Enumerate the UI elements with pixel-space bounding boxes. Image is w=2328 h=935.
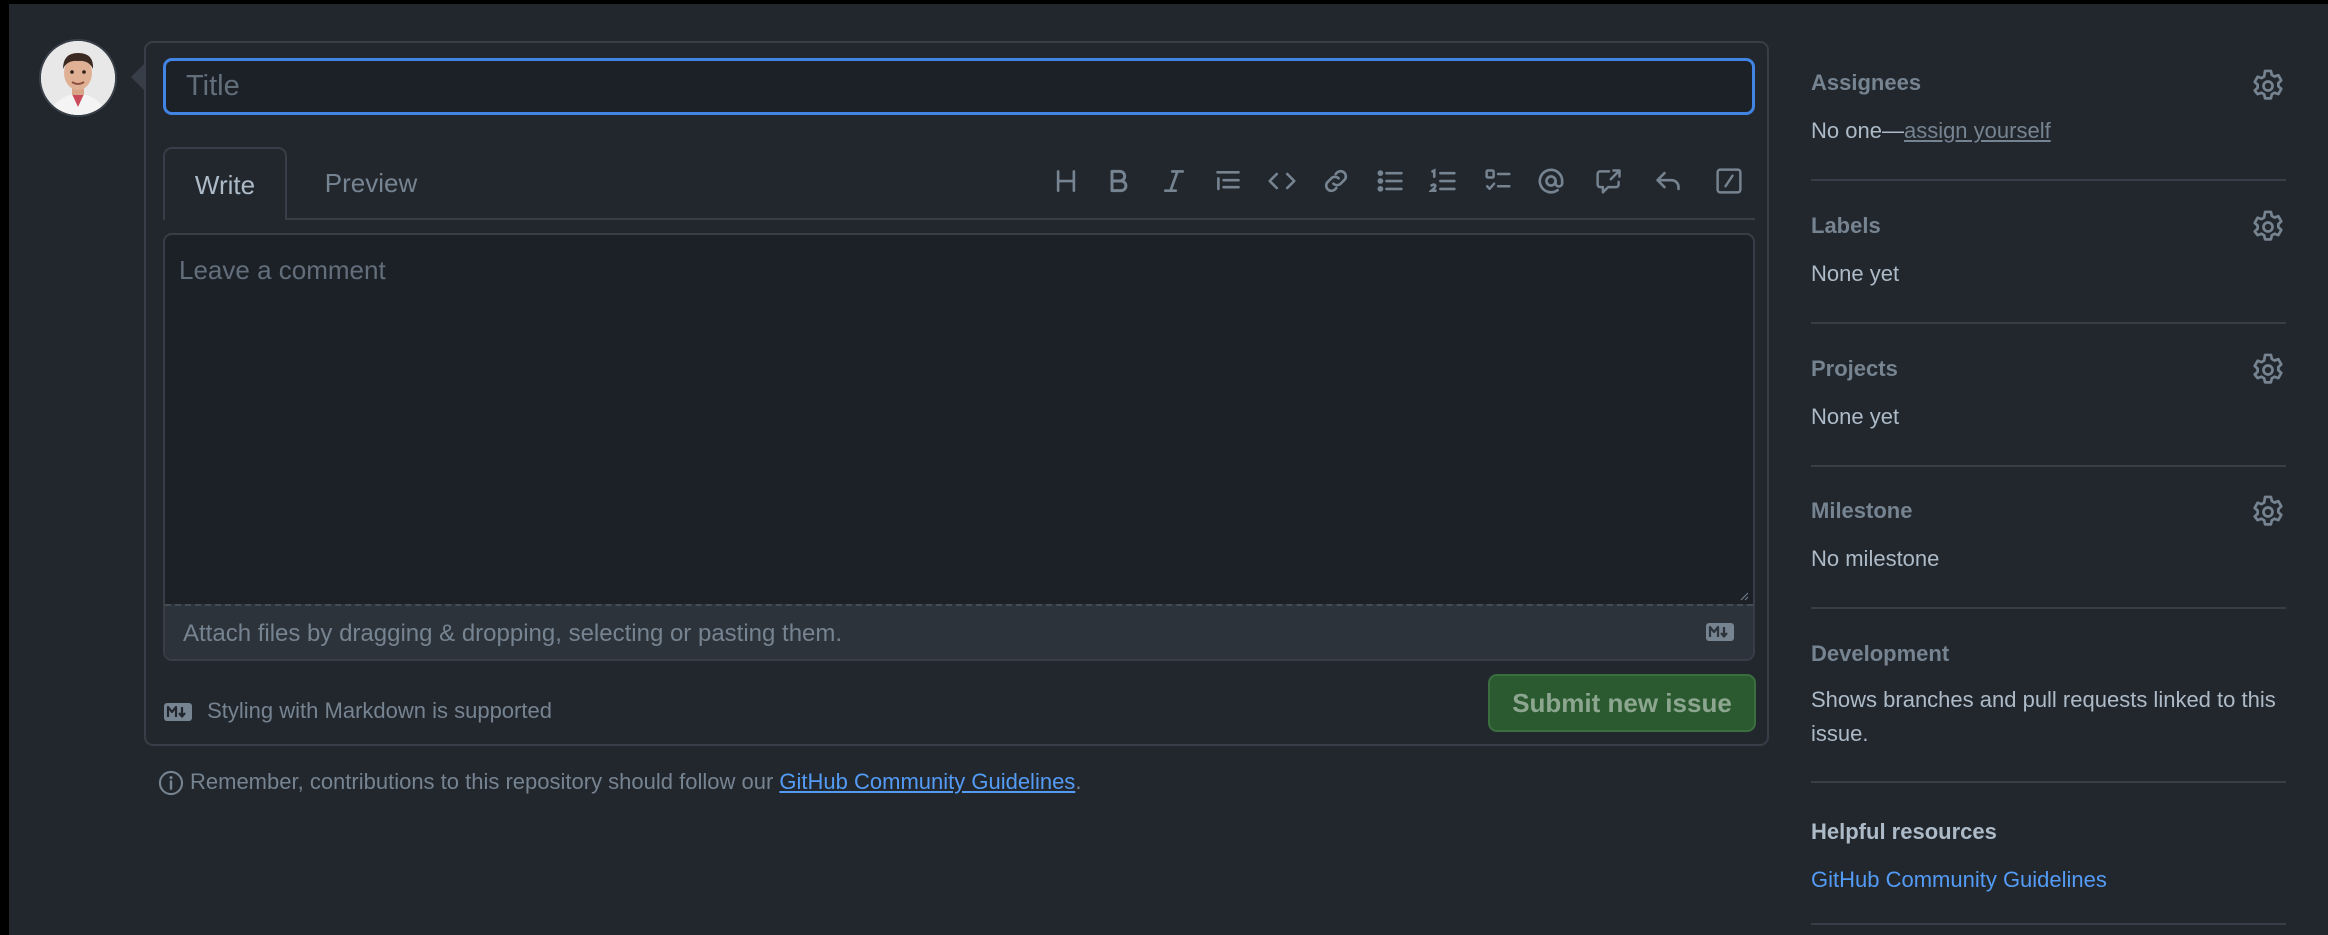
contribution-guideline-note: Remember, contributions to this reposito… [158,762,1081,802]
page-frame: Write Preview [9,4,2328,935]
mention-icon[interactable] [1531,161,1571,201]
quote-icon[interactable] [1208,161,1248,201]
task-list-icon[interactable] [1478,161,1518,201]
bulleted-list-icon[interactable] [1370,161,1410,201]
development-value: Shows branches and pull requests linked … [1811,687,2276,746]
labels-value: None yet [1811,261,1900,286]
projects-heading: Projects [1811,356,1898,381]
assignees-gear-icon[interactable] [2250,68,2286,104]
heading-icon[interactable] [1046,161,1086,201]
helpful-resources-section: Helpful resources GitHub Community Guide… [1811,783,2286,925]
labels-gear-icon[interactable] [2250,209,2286,245]
markdown-icon [164,703,192,722]
milestone-gear-icon[interactable] [2250,494,2286,530]
helpful-guidelines-link[interactable]: GitHub Community Guidelines [1811,867,2107,893]
resize-grip-icon[interactable] [1739,591,1749,601]
numbered-list-icon[interactable] [1423,161,1463,201]
tab-write[interactable]: Write [163,147,287,220]
assignees-heading: Assignees [1811,70,1922,95]
assignees-value: No one—assign yourself [1811,114,2051,148]
milestone-section: Milestone No milestone [1811,466,2286,609]
comment-box: Attach files by dragging & dropping, sel… [163,233,1755,661]
info-icon [158,771,184,796]
card-pointer [131,64,144,90]
projects-gear-icon[interactable] [2250,352,2286,388]
attach-files-text: Attach files by dragging & dropping, sel… [183,620,843,647]
assignees-section: Assignees No one—assign yourself [1811,38,2286,181]
attach-files-bar[interactable]: Attach files by dragging & dropping, sel… [165,604,1753,659]
labels-heading: Labels [1811,213,1881,238]
issue-form-card: Write Preview [144,41,1769,746]
milestone-value: No milestone [1811,546,1940,571]
user-avatar[interactable] [41,41,115,115]
slash-command-icon[interactable] [1709,161,1749,201]
bold-icon[interactable] [1099,161,1139,201]
markdown-support-text: Styling with Markdown is supported [207,698,552,723]
assign-yourself-link[interactable]: assign yourself [1904,118,2051,143]
submit-new-issue-button[interactable]: Submit new issue [1488,674,1756,732]
projects-value: None yet [1811,404,1900,429]
helpful-resources-heading: Helpful resources [1811,819,1997,844]
italic-icon[interactable] [1154,161,1194,201]
code-icon[interactable] [1262,161,1302,201]
labels-section: Labels None yet [1811,181,2286,324]
community-guidelines-link[interactable]: GitHub Community Guidelines [779,769,1075,794]
comment-textarea[interactable] [165,235,1753,605]
milestone-heading: Milestone [1811,498,1913,523]
link-icon[interactable] [1316,161,1356,201]
markdown-support-note: Styling with Markdown is supported [163,691,552,731]
markdown-icon [1706,623,1734,641]
development-section: Development Shows branches and pull requ… [1811,609,2286,783]
tab-preview[interactable]: Preview [306,147,436,220]
reply-icon[interactable] [1648,161,1688,201]
cross-reference-icon[interactable] [1589,161,1629,201]
assignees-none-text: No one— [1811,118,1904,143]
projects-section: Projects None yet [1811,324,2286,467]
guideline-suffix: . [1075,769,1082,794]
issue-title-input[interactable] [163,58,1755,115]
guideline-prefix: Remember, contributions to this reposito… [190,769,780,794]
development-heading: Development [1811,641,1950,666]
